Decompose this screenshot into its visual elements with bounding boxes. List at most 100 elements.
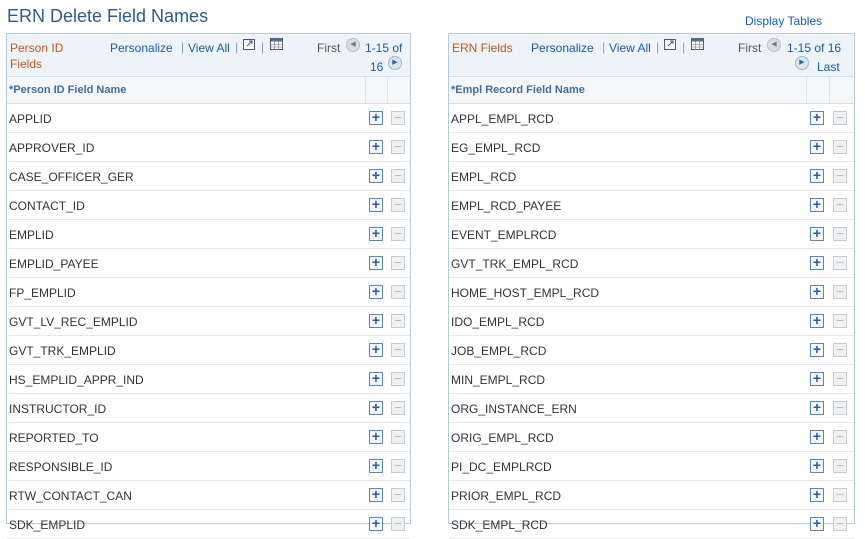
delete-row-button[interactable]: − [391,285,405,299]
add-row-button[interactable]: + [810,255,824,270]
add-row-button[interactable]: + [810,400,824,415]
view-all-link[interactable]: View All [609,41,651,55]
add-row-button[interactable]: + [810,487,824,502]
add-row-button[interactable]: + [810,313,824,328]
delete-row-button[interactable]: − [391,169,405,183]
field-name-cell: ORIG_EMPL_RCD [451,431,554,445]
add-row-button[interactable]: + [369,516,383,531]
zoom-icon[interactable] [664,38,677,50]
field-name-cell: PRIOR_EMPL_RCD [451,489,562,503]
grid-header: Person ID Fields Personalize | View All … [7,34,410,77]
page-title: ERN Delete Field Names [7,6,209,26]
grid-title: Person ID Fields [10,41,64,71]
previous-button[interactable]: ◀ [767,38,781,52]
add-row-button[interactable]: + [810,110,824,125]
field-name-cell: APPL_EMPL_RCD [451,112,554,126]
table-row: RTW_CONTACT_CAN + − [7,481,410,510]
field-name-cell: APPLID [9,112,52,126]
delete-row-button[interactable]: − [391,401,405,415]
table-row: PRIOR_EMPL_RCD + − [449,481,854,510]
delete-row-button[interactable]: − [391,227,405,241]
delete-row-button[interactable]: − [391,111,405,125]
grid-title: ERN Fields [452,41,513,55]
delete-row-button[interactable]: − [833,227,847,241]
display-tables-link[interactable]: Display Tables [745,14,822,28]
delete-row-button[interactable]: − [391,372,405,386]
personalize-link[interactable]: Personalize [531,41,594,55]
add-row-button[interactable]: + [369,284,383,299]
delete-row-button[interactable]: − [391,430,405,444]
delete-row-button[interactable]: − [833,169,847,183]
add-row-button[interactable]: + [369,168,383,183]
delete-row-button[interactable]: − [391,488,405,502]
column-header-empl-record-field-name[interactable]: *Empl Record Field Name [451,84,585,96]
add-row-button[interactable]: + [810,371,824,386]
table-row: JOB_EMPL_RCD + − [449,336,854,365]
delete-row-button[interactable]: − [833,343,847,357]
view-all-link[interactable]: View All [188,41,230,55]
add-row-button[interactable]: + [369,197,383,212]
separator: | [235,40,239,54]
add-row-button[interactable]: + [369,255,383,270]
add-row-button[interactable]: + [369,371,383,386]
delete-row-button[interactable]: − [833,314,847,328]
add-row-button[interactable]: + [810,284,824,299]
delete-row-button[interactable]: − [391,459,405,473]
field-name-cell: RESPONSIBLE_ID [9,460,113,474]
delete-row-button[interactable]: − [833,459,847,473]
field-name-cell: APPROVER_ID [9,141,95,155]
delete-row-button[interactable]: − [833,285,847,299]
table-row: EMPLID + − [7,220,410,249]
delete-row-button[interactable]: − [391,198,405,212]
personalize-link[interactable]: Personalize [110,41,173,55]
delete-row-button[interactable]: − [833,401,847,415]
delete-row-button[interactable]: − [833,111,847,125]
zoom-icon[interactable] [243,38,256,50]
delete-row-button[interactable]: − [833,256,847,270]
add-row-button[interactable]: + [369,487,383,502]
add-row-button[interactable]: + [810,516,824,531]
next-button[interactable]: ▶ [795,56,809,70]
ern-fields-grid: ERN Fields Personalize | View All | | Fi… [448,33,855,539]
add-row-button[interactable]: + [369,400,383,415]
column-header-person-id-field-name[interactable]: *Person ID Field Name [9,84,126,96]
field-name-cell: JOB_EMPL_RCD [451,344,547,358]
delete-row-button[interactable]: − [833,140,847,154]
add-row-button[interactable]: + [810,458,824,473]
add-row-button[interactable]: + [810,429,824,444]
delete-row-button[interactable]: − [391,314,405,328]
field-name-cell: SDK_EMPLID [9,518,86,532]
add-row-button[interactable]: + [810,139,824,154]
delete-row-button[interactable]: − [833,198,847,212]
add-row-button[interactable]: + [369,429,383,444]
delete-row-button[interactable]: − [391,140,405,154]
delete-row-button[interactable]: − [391,256,405,270]
delete-row-button[interactable]: − [833,372,847,386]
add-row-button[interactable]: + [369,313,383,328]
add-row-button[interactable]: + [369,139,383,154]
download-grid-icon[interactable] [691,38,704,50]
table-row: MIN_EMPL_RCD + − [449,365,854,394]
add-row-button[interactable]: + [369,226,383,241]
download-grid-icon[interactable] [270,38,283,50]
last-link[interactable]: Last [817,60,840,74]
delete-row-button[interactable]: − [833,517,847,531]
add-row-button[interactable]: + [810,197,824,212]
delete-row-button[interactable]: − [391,343,405,357]
next-button[interactable]: ▶ [388,56,402,70]
separator: | [682,40,686,54]
add-row-button[interactable]: + [810,168,824,183]
field-name-cell: GVT_TRK_EMPLID [9,344,116,358]
previous-button[interactable]: ◀ [346,38,360,52]
add-row-button[interactable]: + [810,226,824,241]
table-row: APPROVER_ID + − [7,133,410,162]
add-row-button[interactable]: + [369,110,383,125]
add-row-button[interactable]: + [810,342,824,357]
delete-row-button[interactable]: − [833,430,847,444]
table-row: REPORTED_TO + − [7,423,410,452]
add-row-button[interactable]: + [369,342,383,357]
delete-row-button[interactable]: − [391,517,405,531]
delete-row-button[interactable]: − [833,488,847,502]
add-row-button[interactable]: + [369,458,383,473]
table-row: HOME_HOST_EMPL_RCD + − [449,278,854,307]
